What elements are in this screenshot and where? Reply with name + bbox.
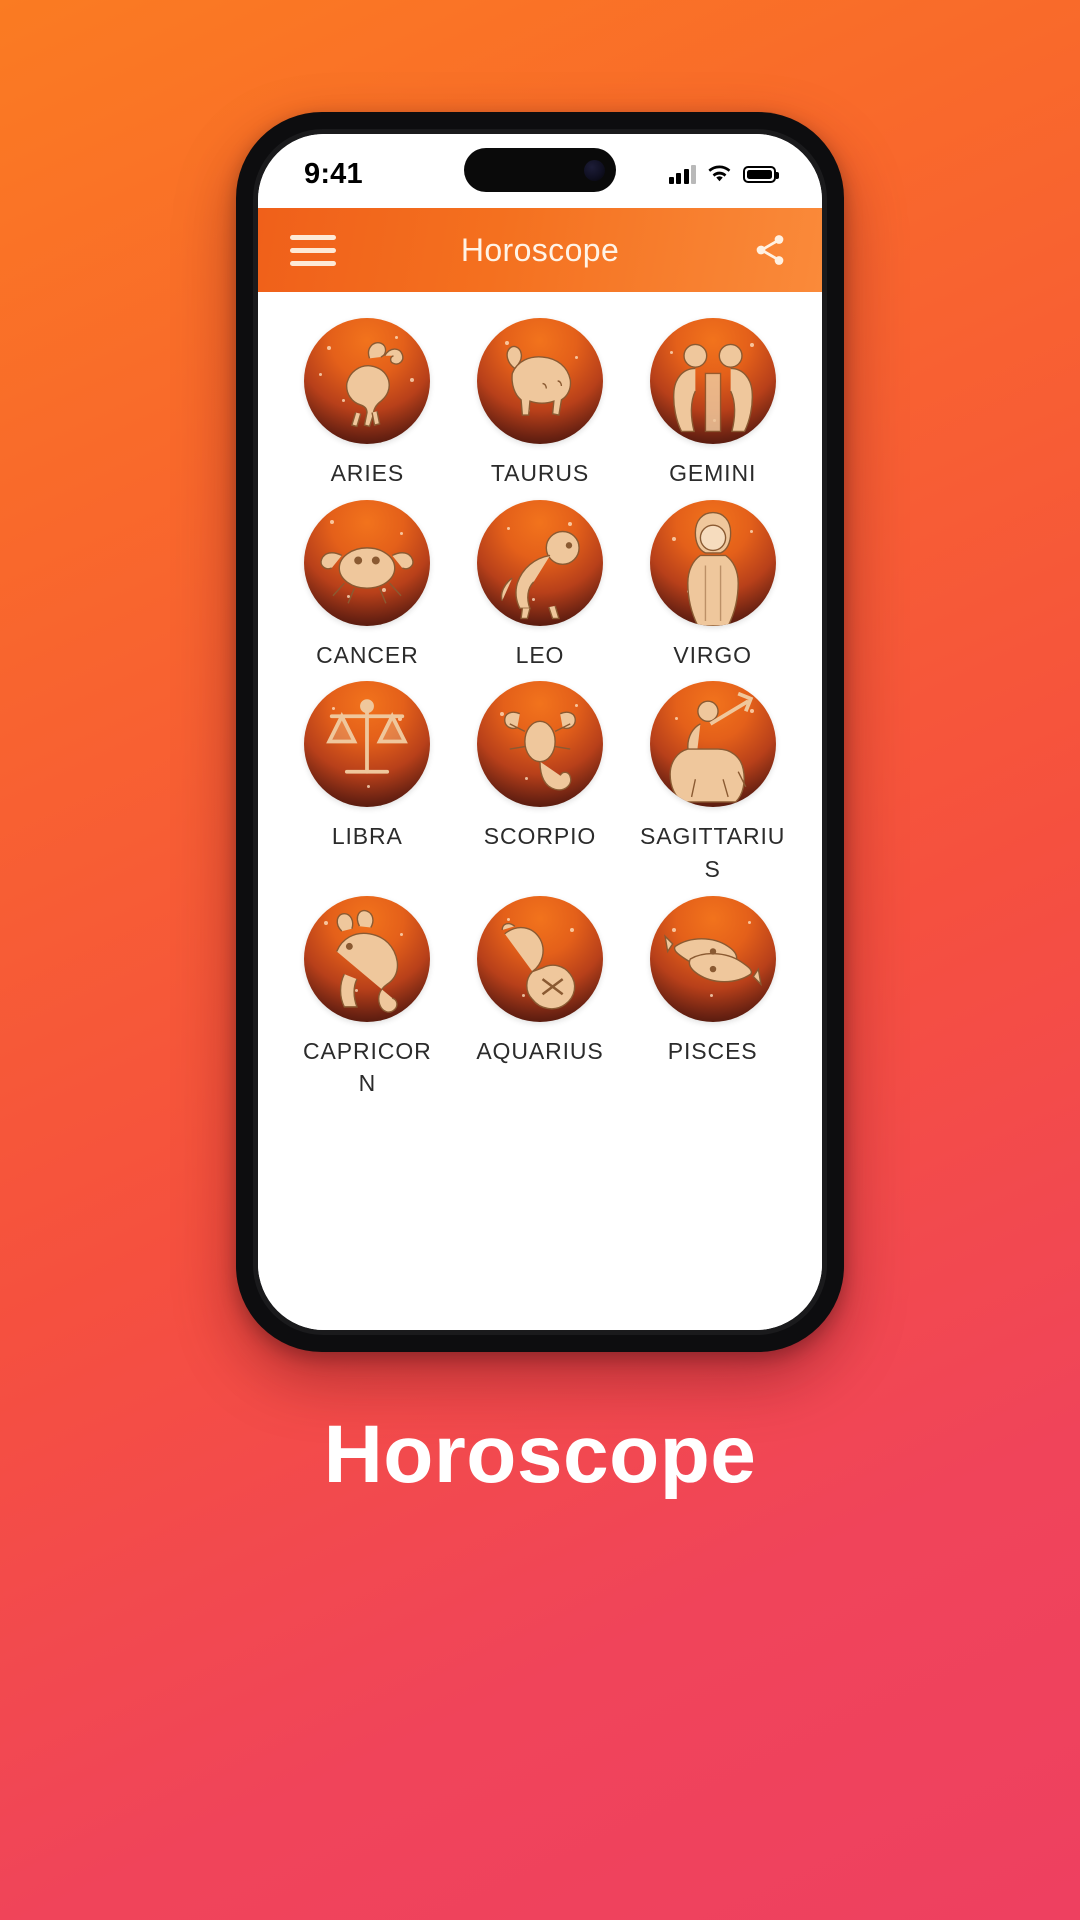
zodiac-grid: ARIES TAURUS GEMINI CANCER LEO VIRGO LIB… (284, 318, 796, 1100)
zodiac-label: ARIES (330, 460, 405, 486)
zodiac-label: SAGITTARIUS (640, 823, 786, 882)
zodiac-label: TAURUS (490, 460, 590, 486)
zodiac-item-cancer[interactable]: CANCER (284, 499, 451, 672)
libra-scales-icon (304, 681, 431, 808)
aries-ram-icon (304, 318, 431, 444)
zodiac-item-aquarius[interactable]: AQUARIUS (457, 895, 624, 1100)
status-bar-indicators (668, 164, 779, 184)
phone-bezel: 9:41 Horoscope ARIES TAURUS GEMINI CANCE… (253, 129, 827, 1335)
scorpio-scorpion-icon (476, 681, 603, 808)
cancer-crab-icon (304, 499, 431, 626)
zodiac-label: LIBRA (331, 823, 403, 850)
aquarius-waterbearer-icon (476, 895, 603, 1022)
zodiac-item-scorpio[interactable]: SCORPIO (457, 681, 624, 885)
zodiac-item-leo[interactable]: LEO (457, 499, 624, 672)
zodiac-item-gemini[interactable]: GEMINI (629, 318, 796, 490)
status-bar: 9:41 (258, 134, 822, 208)
leo-lion-icon (476, 499, 603, 626)
zodiac-label: GEMINI (669, 460, 757, 486)
pisces-fish-icon (649, 895, 776, 1022)
zodiac-label: CAPRICORN (303, 1037, 432, 1097)
app-bar: Horoscope (258, 208, 822, 292)
bottom-caption: Horoscope (323, 1409, 757, 1500)
zodiac-item-libra[interactable]: LIBRA (284, 681, 451, 885)
status-bar-time: 9:41 (304, 157, 363, 190)
zodiac-item-pisces[interactable]: PISCES (629, 895, 796, 1100)
zodiac-item-virgo[interactable]: VIRGO (629, 499, 796, 672)
front-camera-icon (584, 159, 605, 181)
share-icon[interactable] (750, 230, 790, 270)
phone-mockup: 9:41 Horoscope ARIES TAURUS GEMINI CANCE… (236, 112, 844, 1352)
zodiac-label: LEO (515, 641, 565, 668)
phone-frame: 9:41 Horoscope ARIES TAURUS GEMINI CANCE… (236, 112, 844, 1352)
zodiac-label: VIRGO (673, 641, 752, 668)
capricorn-goat-icon (304, 895, 431, 1022)
battery-full-icon (743, 165, 779, 183)
taurus-bull-icon (476, 318, 603, 444)
phone-screen: 9:41 Horoscope ARIES TAURUS GEMINI CANCE… (258, 134, 822, 1330)
virgo-maiden-icon (649, 499, 776, 626)
page-title: Horoscope (460, 231, 620, 268)
zodiac-label: SCORPIO (483, 823, 597, 850)
zodiac-label: CANCER (316, 641, 419, 668)
dynamic-island (464, 148, 616, 192)
zodiac-item-capricorn[interactable]: CAPRICORN (284, 895, 451, 1100)
zodiac-item-taurus[interactable]: TAURUS (457, 318, 624, 490)
zodiac-item-sagittarius[interactable]: SAGITTARIUS (629, 681, 796, 885)
cellular-signal-icon (668, 164, 696, 184)
zodiac-content: ARIES TAURUS GEMINI CANCER LEO VIRGO LIB… (258, 292, 822, 1330)
gemini-twins-icon (649, 318, 776, 444)
zodiac-item-aries[interactable]: ARIES (284, 318, 451, 490)
sagittarius-archer-icon (649, 681, 776, 808)
zodiac-label: PISCES (667, 1037, 758, 1064)
hamburger-menu-icon[interactable] (290, 234, 336, 266)
zodiac-label: AQUARIUS (476, 1037, 604, 1064)
wifi-icon (707, 165, 732, 184)
